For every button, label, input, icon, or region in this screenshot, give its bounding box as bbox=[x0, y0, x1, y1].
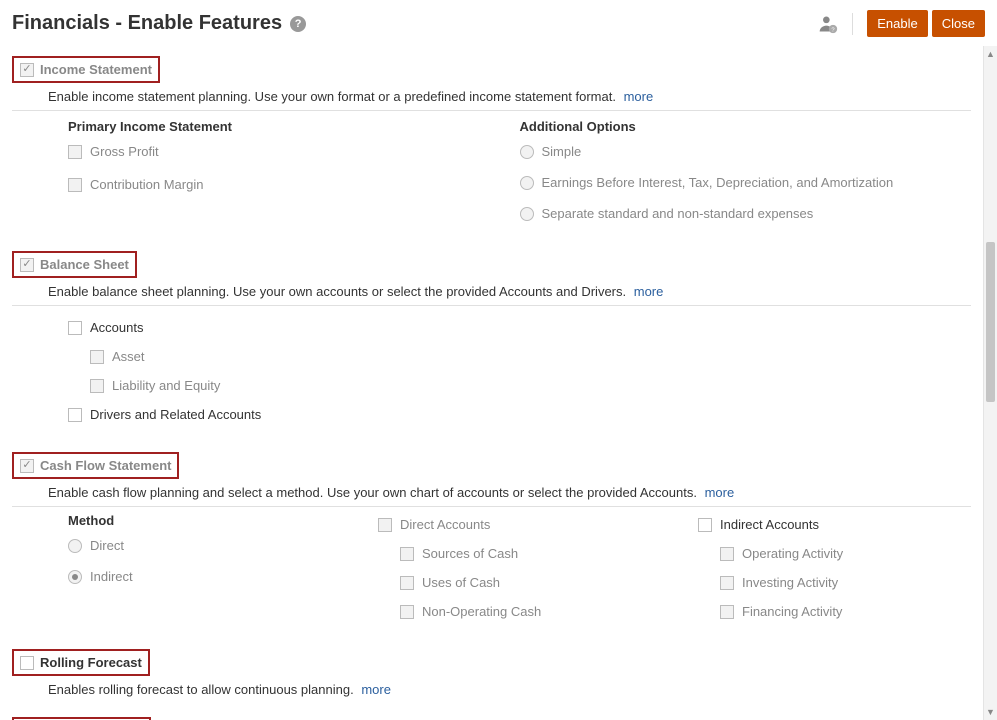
close-button[interactable]: Close bbox=[932, 10, 985, 37]
section-income-statement: ✓ Income Statement bbox=[12, 56, 160, 83]
uses-checkbox[interactable] bbox=[400, 576, 414, 590]
contribution-margin-checkbox[interactable] bbox=[68, 178, 82, 192]
user-help-icon[interactable]: ? bbox=[818, 14, 838, 34]
gross-profit-checkbox[interactable] bbox=[68, 145, 82, 159]
rolling-description: Enables rolling forecast to allow contin… bbox=[12, 676, 971, 703]
liability-label: Liability and Equity bbox=[112, 378, 220, 393]
operating-label: Operating Activity bbox=[742, 546, 843, 561]
ebitda-label: Earnings Before Interest, Tax, Depreciat… bbox=[542, 175, 894, 190]
direct-radio[interactable] bbox=[68, 539, 82, 553]
help-icon[interactable]: ? bbox=[290, 16, 306, 32]
contribution-margin-label: Contribution Margin bbox=[90, 177, 203, 192]
scroll-down-arrow[interactable]: ▼ bbox=[984, 704, 997, 720]
additional-options-title: Additional Options bbox=[520, 119, 972, 134]
primary-income-title: Primary Income Statement bbox=[68, 119, 520, 134]
cashflow-description: Enable cash flow planning and select a m… bbox=[12, 479, 971, 507]
liability-checkbox[interactable] bbox=[90, 379, 104, 393]
separate-radio[interactable] bbox=[520, 207, 534, 221]
direct-label: Direct bbox=[90, 538, 124, 553]
uses-label: Uses of Cash bbox=[422, 575, 500, 590]
sources-checkbox[interactable] bbox=[400, 547, 414, 561]
drivers-label: Drivers and Related Accounts bbox=[90, 407, 261, 422]
balance-checkbox[interactable]: ✓ bbox=[20, 258, 34, 272]
separate-label: Separate standard and non-standard expen… bbox=[542, 206, 814, 221]
direct-accounts-checkbox[interactable] bbox=[378, 518, 392, 532]
financing-label: Financing Activity bbox=[742, 604, 842, 619]
indirect-label: Indirect bbox=[90, 569, 133, 584]
page-title: Financials - Enable Features bbox=[12, 12, 282, 35]
enable-button[interactable]: Enable bbox=[867, 10, 927, 37]
gross-profit-label: Gross Profit bbox=[90, 144, 159, 159]
nonop-checkbox[interactable] bbox=[400, 605, 414, 619]
investing-label: Investing Activity bbox=[742, 575, 838, 590]
operating-checkbox[interactable] bbox=[720, 547, 734, 561]
simple-label: Simple bbox=[542, 144, 582, 159]
indirect-radio[interactable] bbox=[68, 570, 82, 584]
section-rolling-forecast: Rolling Forecast bbox=[12, 649, 150, 676]
nonop-label: Non-Operating Cash bbox=[422, 604, 541, 619]
cashflow-checkbox[interactable]: ✓ bbox=[20, 459, 34, 473]
cashflow-label: Cash Flow Statement bbox=[40, 458, 171, 473]
simple-radio[interactable] bbox=[520, 145, 534, 159]
financing-checkbox[interactable] bbox=[720, 605, 734, 619]
rolling-more-link[interactable]: more bbox=[361, 682, 391, 697]
scroll-up-arrow[interactable]: ▲ bbox=[984, 46, 997, 62]
content-area: ✓ Income Statement Enable income stateme… bbox=[0, 46, 983, 720]
cashflow-more-link[interactable]: more bbox=[705, 485, 735, 500]
investing-checkbox[interactable] bbox=[720, 576, 734, 590]
vertical-scrollbar[interactable]: ▲ ▼ bbox=[983, 46, 997, 720]
asset-checkbox[interactable] bbox=[90, 350, 104, 364]
scroll-thumb[interactable] bbox=[986, 242, 995, 403]
direct-accounts-label: Direct Accounts bbox=[400, 517, 490, 532]
section-cash-flow: ✓ Cash Flow Statement bbox=[12, 452, 179, 479]
section-balance-sheet: ✓ Balance Sheet bbox=[12, 251, 137, 278]
accounts-label: Accounts bbox=[90, 320, 143, 335]
sources-label: Sources of Cash bbox=[422, 546, 518, 561]
balance-description: Enable balance sheet planning. Use your … bbox=[12, 278, 971, 306]
page-header: Financials - Enable Features ? ? Enable … bbox=[0, 0, 997, 43]
rolling-label: Rolling Forecast bbox=[40, 655, 142, 670]
balance-label: Balance Sheet bbox=[40, 257, 129, 272]
rolling-checkbox[interactable] bbox=[20, 656, 34, 670]
income-label: Income Statement bbox=[40, 62, 152, 77]
balance-more-link[interactable]: more bbox=[634, 284, 664, 299]
drivers-checkbox[interactable] bbox=[68, 408, 82, 422]
asset-label: Asset bbox=[112, 349, 145, 364]
accounts-checkbox[interactable] bbox=[68, 321, 82, 335]
ebitda-radio[interactable] bbox=[520, 176, 534, 190]
scroll-track[interactable] bbox=[984, 62, 997, 704]
header-divider bbox=[852, 13, 853, 35]
income-description: Enable income statement planning. Use yo… bbox=[12, 83, 971, 111]
income-checkbox[interactable]: ✓ bbox=[20, 63, 34, 77]
indirect-accounts-checkbox[interactable] bbox=[698, 518, 712, 532]
income-more-link[interactable]: more bbox=[624, 89, 654, 104]
method-title: Method bbox=[68, 513, 378, 528]
indirect-accounts-label: Indirect Accounts bbox=[720, 517, 819, 532]
